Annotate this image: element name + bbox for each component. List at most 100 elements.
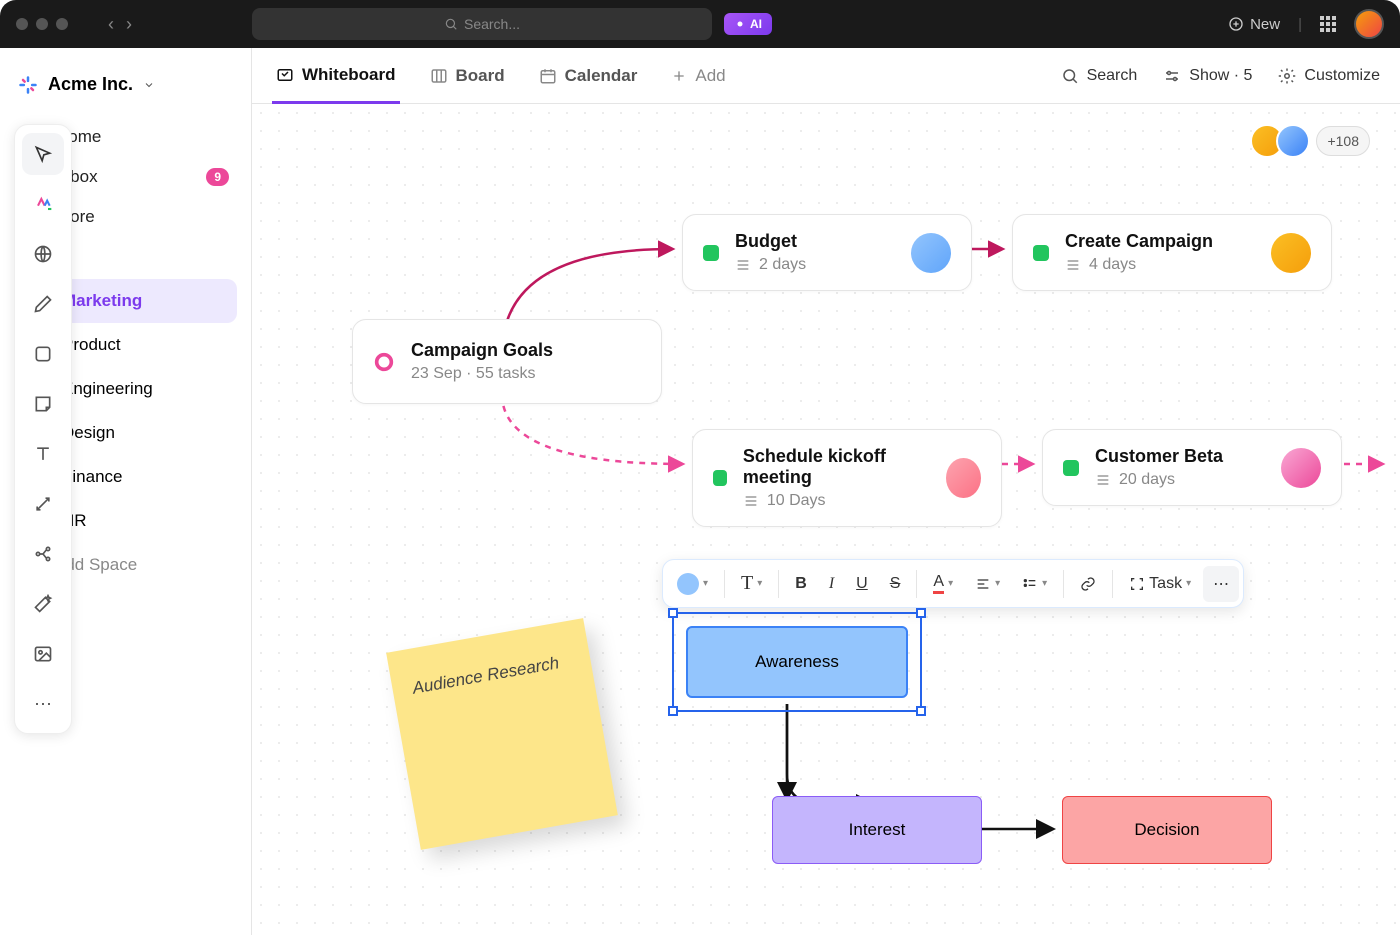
text-color-button[interactable]: A▾	[923, 565, 963, 602]
selection-frame[interactable]: Awareness	[672, 612, 922, 712]
more-button[interactable]: ⋯	[1203, 566, 1239, 602]
minimize-dot[interactable]	[36, 18, 48, 30]
participant-avatar[interactable]	[1276, 124, 1310, 158]
list-icon	[743, 493, 759, 509]
tool-connector[interactable]	[22, 483, 64, 525]
action-show[interactable]: Show · 5	[1163, 67, 1252, 85]
link-button[interactable]	[1070, 568, 1106, 600]
user-avatar[interactable]	[1354, 9, 1384, 39]
gear-icon	[1278, 67, 1296, 85]
tool-magic[interactable]	[22, 583, 64, 625]
card-kickoff[interactable]: Schedule kickoff meeting 10 Days	[692, 429, 1002, 527]
action-customize[interactable]: Customize	[1278, 67, 1380, 85]
ai-button[interactable]: AI	[724, 13, 772, 35]
sticky-note[interactable]: Audience Research	[386, 618, 618, 850]
mindmap-icon	[33, 544, 53, 564]
card-meta: 23 Sep · 55 tasks	[411, 365, 553, 383]
tool-pen[interactable]	[22, 283, 64, 325]
text-icon	[33, 444, 53, 464]
tool-image[interactable]	[22, 633, 64, 675]
search-icon	[444, 17, 458, 31]
whiteboard-canvas[interactable]: +108	[252, 104, 1400, 935]
chevron-down-icon	[143, 79, 155, 91]
align-button[interactable]: ▾	[965, 568, 1010, 600]
card-customer-beta[interactable]: Customer Beta 20 days	[1042, 429, 1342, 506]
status-indicator	[1033, 245, 1049, 261]
align-icon	[975, 576, 991, 592]
apps-icon[interactable]	[1320, 16, 1336, 32]
space-label: Engineering	[62, 379, 153, 399]
forward-icon[interactable]: ›	[126, 14, 132, 35]
connector-icon	[33, 494, 53, 514]
participants-more[interactable]: +108	[1316, 126, 1370, 156]
image-icon	[33, 644, 53, 664]
block-interest[interactable]: Interest	[772, 796, 982, 864]
tool-select[interactable]	[22, 133, 64, 175]
search-icon	[1061, 67, 1079, 85]
bullet-icon	[1022, 576, 1038, 592]
tool-more[interactable]: ⋯	[22, 683, 64, 725]
list-icon	[1095, 472, 1111, 488]
list-icon	[1065, 257, 1081, 273]
floating-toolbar: ▾ T ▾ B I U S A▾ ▾ ▾ Task ▾ ⋯	[662, 559, 1244, 608]
card-campaign-goals[interactable]: Campaign Goals 23 Sep · 55 tasks	[352, 319, 662, 404]
assignee-avatar[interactable]	[1271, 233, 1311, 273]
tool-text[interactable]	[22, 433, 64, 475]
titlebar: ‹ › Search... AI New |	[0, 0, 1400, 48]
tab-calendar[interactable]: Calendar	[535, 50, 642, 102]
cursor-icon	[33, 144, 53, 164]
new-button[interactable]: New	[1228, 16, 1280, 33]
tool-ai[interactable]	[22, 183, 64, 225]
sliders-icon	[1163, 67, 1181, 85]
board-icon	[430, 67, 448, 85]
logo-icon	[18, 75, 38, 95]
globe-icon	[33, 244, 53, 264]
titlebar-right: New |	[1228, 9, 1384, 39]
assignee-avatar[interactable]	[946, 458, 981, 498]
font-button[interactable]: T ▾	[731, 564, 772, 603]
status-indicator	[703, 245, 719, 261]
action-search[interactable]: Search	[1061, 67, 1138, 85]
back-icon[interactable]: ‹	[108, 14, 114, 35]
block-awareness[interactable]: Awareness	[686, 626, 908, 698]
global-search[interactable]: Search...	[252, 8, 712, 40]
tab-add[interactable]: Add	[667, 50, 729, 102]
assignee-avatar[interactable]	[1281, 448, 1321, 488]
calendar-icon	[539, 67, 557, 85]
close-dot[interactable]	[16, 18, 28, 30]
pen-icon	[33, 294, 53, 314]
card-create-campaign[interactable]: Create Campaign 4 days	[1012, 214, 1332, 291]
card-meta: 4 days	[1065, 256, 1213, 274]
space-label: Marketing	[62, 291, 142, 311]
convert-icon	[1129, 576, 1145, 592]
card-title: Create Campaign	[1065, 231, 1213, 252]
card-budget[interactable]: Budget 2 days	[682, 214, 972, 291]
tool-sticky[interactable]	[22, 383, 64, 425]
search-placeholder: Search...	[464, 16, 520, 32]
workspace-selector[interactable]: Acme Inc.	[14, 60, 237, 117]
window-controls	[16, 18, 68, 30]
underline-button[interactable]: U	[846, 567, 878, 601]
maximize-dot[interactable]	[56, 18, 68, 30]
view-tabs: Whiteboard Board Calendar Add Search	[252, 48, 1400, 104]
card-title: Customer Beta	[1095, 446, 1223, 467]
card-title: Schedule kickoff meeting	[743, 446, 931, 488]
tool-web[interactable]	[22, 233, 64, 275]
whiteboard-icon	[276, 66, 294, 84]
assignee-avatar[interactable]	[911, 233, 951, 273]
tab-board[interactable]: Board	[426, 50, 509, 102]
inbox-badge: 9	[206, 168, 229, 186]
block-decision[interactable]: Decision	[1062, 796, 1272, 864]
bold-button[interactable]: B	[785, 567, 817, 601]
color-picker[interactable]: ▾	[667, 565, 718, 603]
tool-mindmap[interactable]	[22, 533, 64, 575]
list-button[interactable]: ▾	[1012, 568, 1057, 600]
participants: +108	[1258, 124, 1370, 158]
sparkle-icon	[734, 18, 746, 30]
strike-button[interactable]: S	[880, 567, 911, 601]
italic-button[interactable]: I	[819, 567, 844, 601]
task-button[interactable]: Task ▾	[1119, 567, 1201, 601]
list-icon	[735, 257, 751, 273]
tab-whiteboard[interactable]: Whiteboard	[272, 49, 400, 104]
tool-shape[interactable]	[22, 333, 64, 375]
